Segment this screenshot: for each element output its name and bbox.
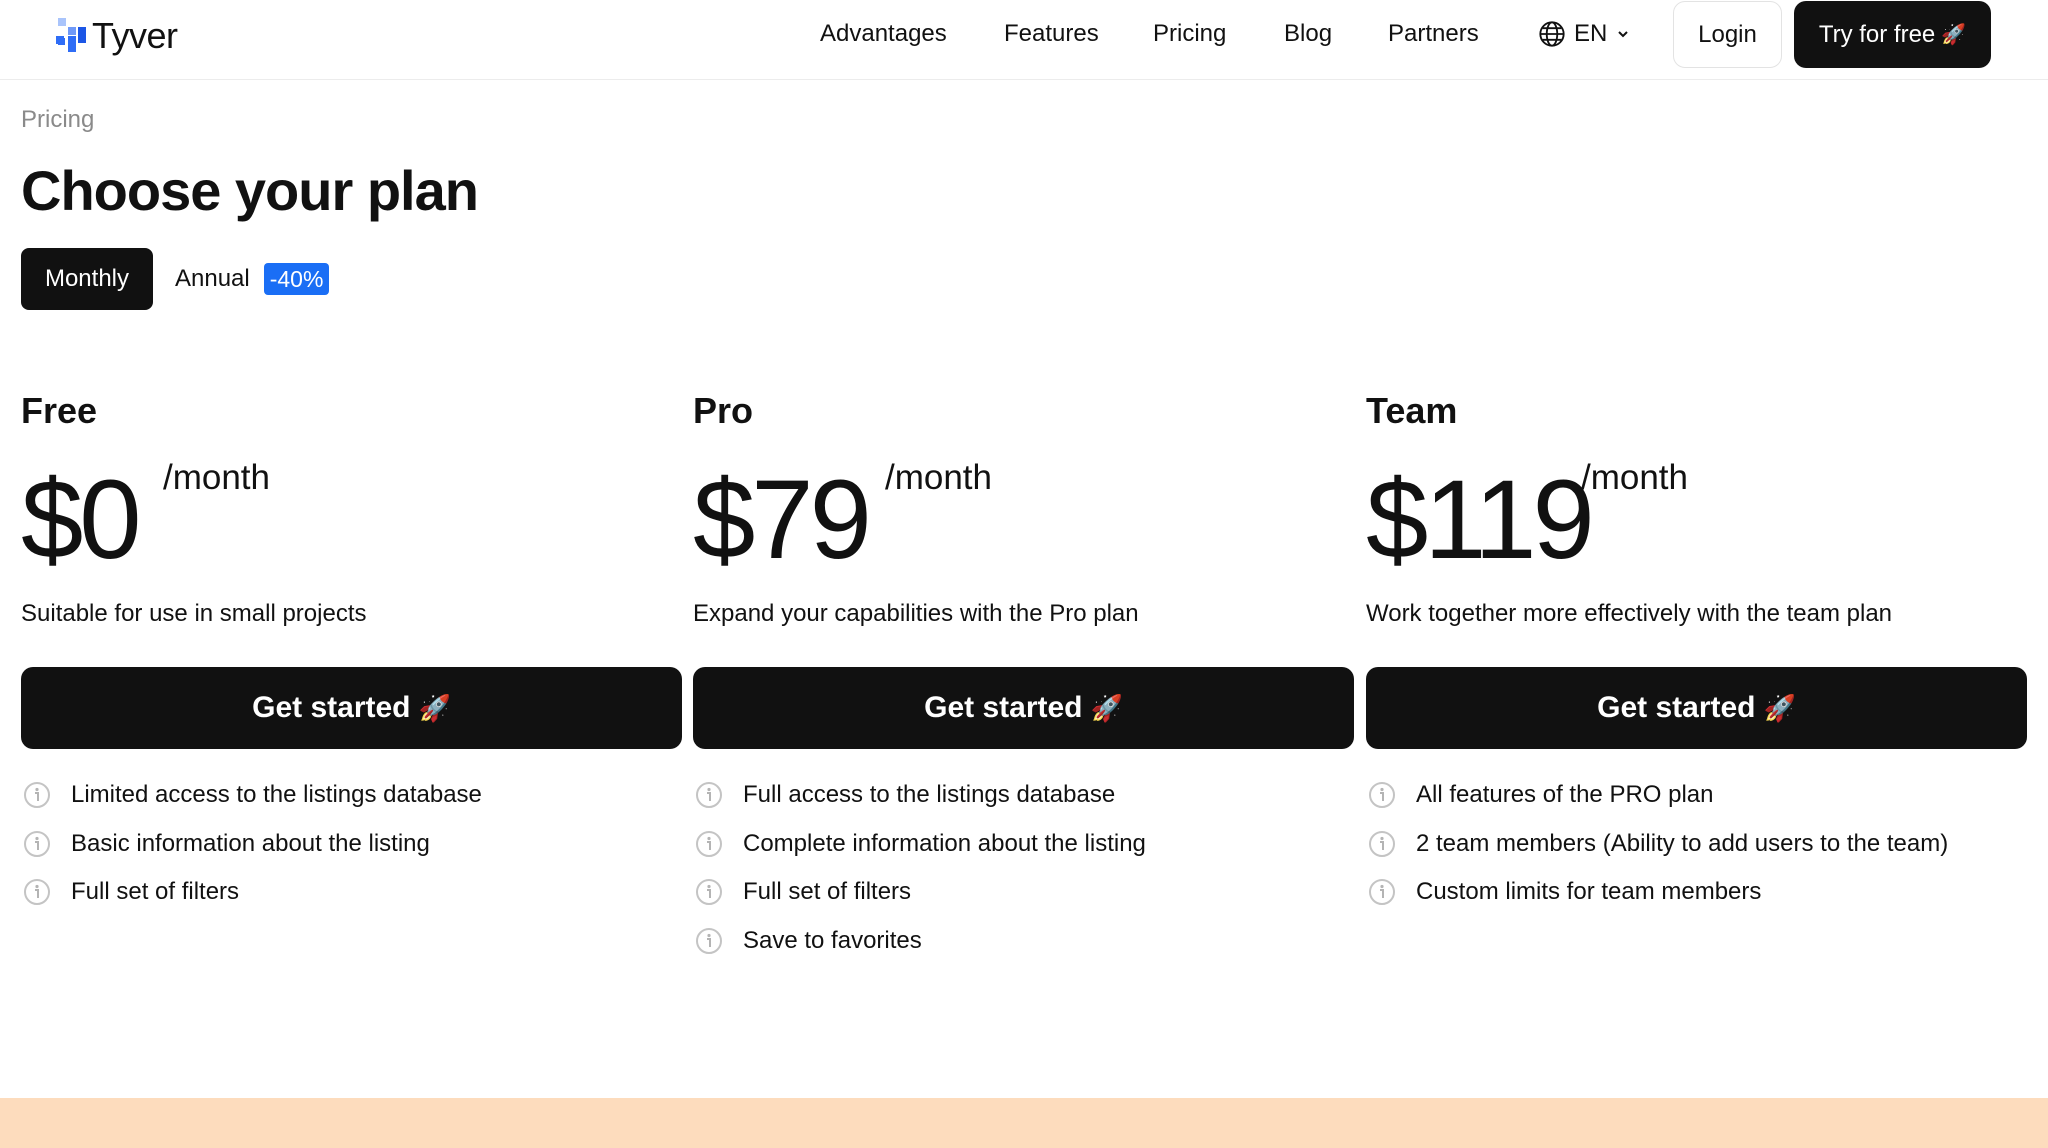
nav-blog[interactable]: Blog [1284,20,1332,48]
plan-price: $0 [21,457,142,582]
breadcrumb: Pricing [21,106,95,133]
get-started-label: Get started [1597,691,1756,724]
page-title: Choose your plan [21,159,479,222]
get-started-label: Get started [252,691,411,724]
plan-description: Suitable for use in small projects [21,600,367,627]
feature-text: Full access to the listings database [743,781,1116,809]
get-started-button-free[interactable]: Get started 🚀 [21,667,682,749]
feature-list: All features of the PRO plan 2 team memb… [1366,771,2027,917]
logo-mark-icon [56,18,86,54]
info-icon[interactable] [695,927,723,955]
try-for-free-label: Try for free [1818,20,1936,48]
plan-price: $119 [1366,457,1595,582]
info-icon[interactable] [23,878,51,906]
rocket-icon: 🚀 [1090,692,1123,723]
feature-list: Limited access to the listings database … [21,771,682,917]
feature-item: Basic information about the listing [21,820,682,869]
plan-description: Work together more effectively with the … [1366,600,1893,627]
info-icon[interactable] [695,781,723,809]
feature-text: Limited access to the listings database [71,781,482,809]
get-started-button-team[interactable]: Get started 🚀 [1366,667,2027,749]
feature-text: All features of the PRO plan [1416,781,1714,809]
rocket-icon: 🚀 [418,692,451,723]
feature-text: Full set of filters [743,878,912,906]
language-code: EN [1574,20,1608,47]
feature-text: Complete information about the listing [743,829,1146,857]
get-started-button-pro[interactable]: Get started 🚀 [693,667,1354,749]
feature-text: Custom limits for team members [1416,878,1762,906]
nav-partners[interactable]: Partners [1388,20,1479,48]
feature-item: Limited access to the listings database [21,771,682,820]
feature-item: All features of the PRO plan [1366,771,2027,820]
plan-name: Team [1366,390,1458,431]
info-icon[interactable] [695,878,723,906]
feature-text: Full set of filters [71,878,240,906]
top-navigation-bar: Tyver Advantages Features Pricing Blog P… [0,0,2048,80]
billing-monthly-option[interactable]: Monthly [21,248,153,310]
plan-period: /month [1581,458,1688,497]
footer-section-band [0,1098,2048,1148]
feature-item: Full access to the listings database [693,771,1354,820]
info-icon[interactable] [1368,830,1396,858]
plan-period: /month [885,458,992,497]
feature-text: Save to favorites [743,926,922,954]
plan-period: /month [163,458,270,497]
feature-item: Custom limits for team members [1366,868,2027,917]
feature-item: Complete information about the listing [693,820,1354,869]
plan-card-pro: Pro $79 /month Expand your capabilities … [693,390,1354,965]
plan-description: Expand your capabilities with the Pro pl… [693,600,1139,627]
feature-item: Full set of filters [21,868,682,917]
billing-annual-label: Annual [175,265,250,292]
plan-card-free: Free $0 /month Suitable for use in small… [21,390,682,917]
rocket-icon: 🚀 [1941,24,1967,46]
try-for-free-button[interactable]: Try for free 🚀 [1794,1,1991,68]
plan-price-row: $79 /month [693,452,1354,587]
billing-period-toggle: Monthly Annual -40% [21,248,330,310]
info-icon[interactable] [23,830,51,858]
language-selector[interactable]: EN [1538,18,1631,50]
get-started-label: Get started [924,691,1083,724]
plan-price: $79 [693,457,872,582]
plan-price-row: $0 /month [21,452,682,587]
chevron-down-icon [1615,26,1631,42]
feature-item: 2 team members (Ability to add users to … [1366,820,2027,869]
feature-item: Full set of filters [693,868,1354,917]
plan-name: Free [21,390,98,431]
nav-features[interactable]: Features [1004,20,1099,48]
billing-annual-option[interactable]: Annual -40% [175,248,330,310]
logo-text: Tyver [92,15,178,56]
feature-item: Save to favorites [693,917,1354,966]
discount-badge: -40% [263,263,330,295]
feature-list: Full access to the listings database Com… [693,771,1354,965]
logo[interactable]: Tyver [56,14,178,58]
globe-icon [1538,20,1566,48]
plan-name: Pro [693,390,754,431]
plan-price-row: $119 /month [1366,452,2027,587]
info-icon[interactable] [23,781,51,809]
nav-advantages[interactable]: Advantages [820,20,947,48]
nav-pricing[interactable]: Pricing [1153,20,1226,48]
rocket-icon: 🚀 [1763,692,1796,723]
feature-text: 2 team members (Ability to add users to … [1416,829,1949,857]
info-icon[interactable] [695,830,723,858]
feature-text: Basic information about the listing [71,829,430,857]
info-icon[interactable] [1368,878,1396,906]
plan-card-team: Team $119 /month Work together more effe… [1366,390,2027,917]
login-button[interactable]: Login [1673,1,1782,68]
info-icon[interactable] [1368,781,1396,809]
